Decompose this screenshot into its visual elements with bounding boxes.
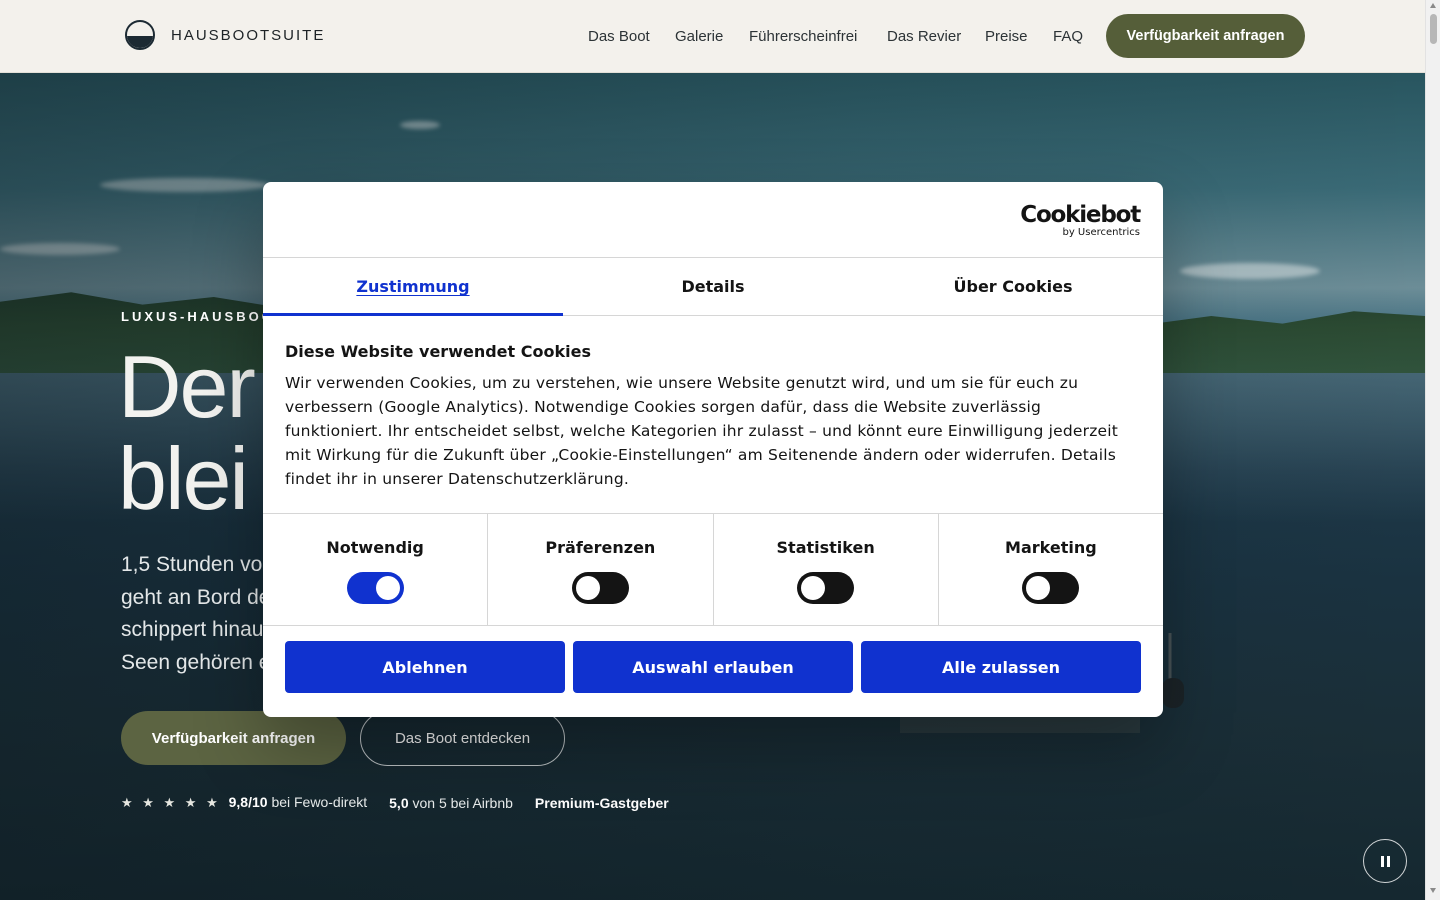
cookiebot-logo[interactable]: Cookiebot by Usercentrics: [1020, 202, 1141, 238]
rating-source: von 5 bei Airbnb: [412, 794, 513, 811]
toggle-marketing[interactable]: [1022, 572, 1080, 604]
category-praeferenzen: Präferenzen: [488, 514, 714, 625]
premium-host-badge: Premium-Gastgeber: [534, 794, 669, 811]
rating-premium: Premium-Gastgeber: [535, 795, 669, 811]
dialog-title: Diese Website verwendet Cookies: [285, 342, 591, 361]
rating-source: bei Fewo-direkt: [271, 794, 368, 810]
video-pause-button[interactable]: [1363, 839, 1407, 883]
category-label: Marketing: [1005, 538, 1097, 557]
nav-das-boot[interactable]: Das Boot: [588, 28, 650, 45]
tab-details[interactable]: Details: [563, 258, 863, 315]
tab-zustimmung[interactable]: Zustimmung: [263, 258, 563, 315]
tab-ueber-cookies[interactable]: Über Cookies: [863, 258, 1163, 315]
consent-categories: Notwendig Präferenzen Statistiken Market…: [263, 514, 1163, 626]
dialog-body: Diese Website verwendet Cookies Wir verw…: [263, 316, 1163, 514]
page-scrollbar[interactable]: [1425, 0, 1440, 900]
nav-preise[interactable]: Preise: [985, 28, 1028, 45]
dialog-tabs: Zustimmung Details Über Cookies: [263, 258, 1163, 316]
hero-headline: Der blei: [118, 337, 256, 528]
hero-availability-button[interactable]: Verfügbarkeit anfragen: [121, 711, 346, 765]
toggle-praeferenzen[interactable]: [571, 572, 629, 604]
scroll-up-icon[interactable]: [1430, 3, 1436, 8]
rating-score: 9,8/10: [228, 794, 268, 810]
cookie-consent-dialog: Cookiebot by Usercentrics Zustimmung Det…: [263, 182, 1163, 717]
cookiebot-logo-subtext: by Usercentrics: [1062, 227, 1140, 238]
category-notwendig: Notwendig: [263, 514, 489, 625]
category-marketing: Marketing: [939, 514, 1163, 625]
rating-airbnb: 5,0 von 5 bei Airbnb: [389, 795, 513, 811]
scroll-down-icon[interactable]: [1430, 888, 1436, 893]
hero-discover-boat-button[interactable]: Das Boot entdecken: [360, 711, 565, 766]
header-availability-button[interactable]: Verfügbarkeit anfragen: [1106, 14, 1305, 58]
rating-score: 5,0: [389, 794, 409, 811]
nav-fuehrerscheinfrei[interactable]: Führerscheinfrei: [749, 28, 857, 45]
pause-icon: [1380, 855, 1384, 867]
ratings-bar: ★ ★ ★ ★ ★ 9,8/10 bei Fewo-direkt 5,0 von…: [121, 794, 669, 811]
dialog-header: Cookiebot by Usercentrics: [263, 182, 1163, 258]
scroll-thumb[interactable]: [1430, 14, 1437, 44]
hero-eyebrow: LUXUS-HAUSBOOT: [121, 309, 286, 324]
cookiebot-logo-text: Cookiebot: [1020, 202, 1141, 228]
brand-name[interactable]: HAUSBOOTSUITE: [171, 27, 325, 44]
star-rating-icon: ★ ★ ★ ★ ★: [121, 795, 221, 810]
category-label: Statistiken: [776, 538, 875, 557]
active-tab-indicator: [263, 313, 563, 316]
site-header: HAUSBOOTSUITE Das Boot Galerie Führersch…: [0, 0, 1425, 73]
dialog-buttons: Ablehnen Auswahl erlauben Alle zulassen: [263, 626, 1163, 693]
dialog-description: Wir verwenden Cookies, um zu verstehen, …: [285, 374, 1119, 488]
nav-faq[interactable]: FAQ: [1053, 28, 1083, 45]
rating-fewo: ★ ★ ★ ★ ★ 9,8/10 bei Fewo-direkt: [121, 794, 367, 811]
category-label: Präferenzen: [545, 538, 656, 557]
reject-button[interactable]: Ablehnen: [285, 641, 565, 693]
toggle-statistiken[interactable]: [797, 572, 855, 604]
allow-all-button[interactable]: Alle zulassen: [861, 641, 1141, 693]
allow-selection-button[interactable]: Auswahl erlauben: [573, 641, 853, 693]
logo-icon[interactable]: [125, 20, 155, 50]
nav-galerie[interactable]: Galerie: [675, 28, 723, 45]
category-statistiken: Statistiken: [714, 514, 939, 625]
category-label: Notwendig: [326, 538, 424, 557]
nav-das-revier[interactable]: Das Revier: [887, 28, 961, 45]
toggle-notwendig[interactable]: [346, 572, 404, 604]
